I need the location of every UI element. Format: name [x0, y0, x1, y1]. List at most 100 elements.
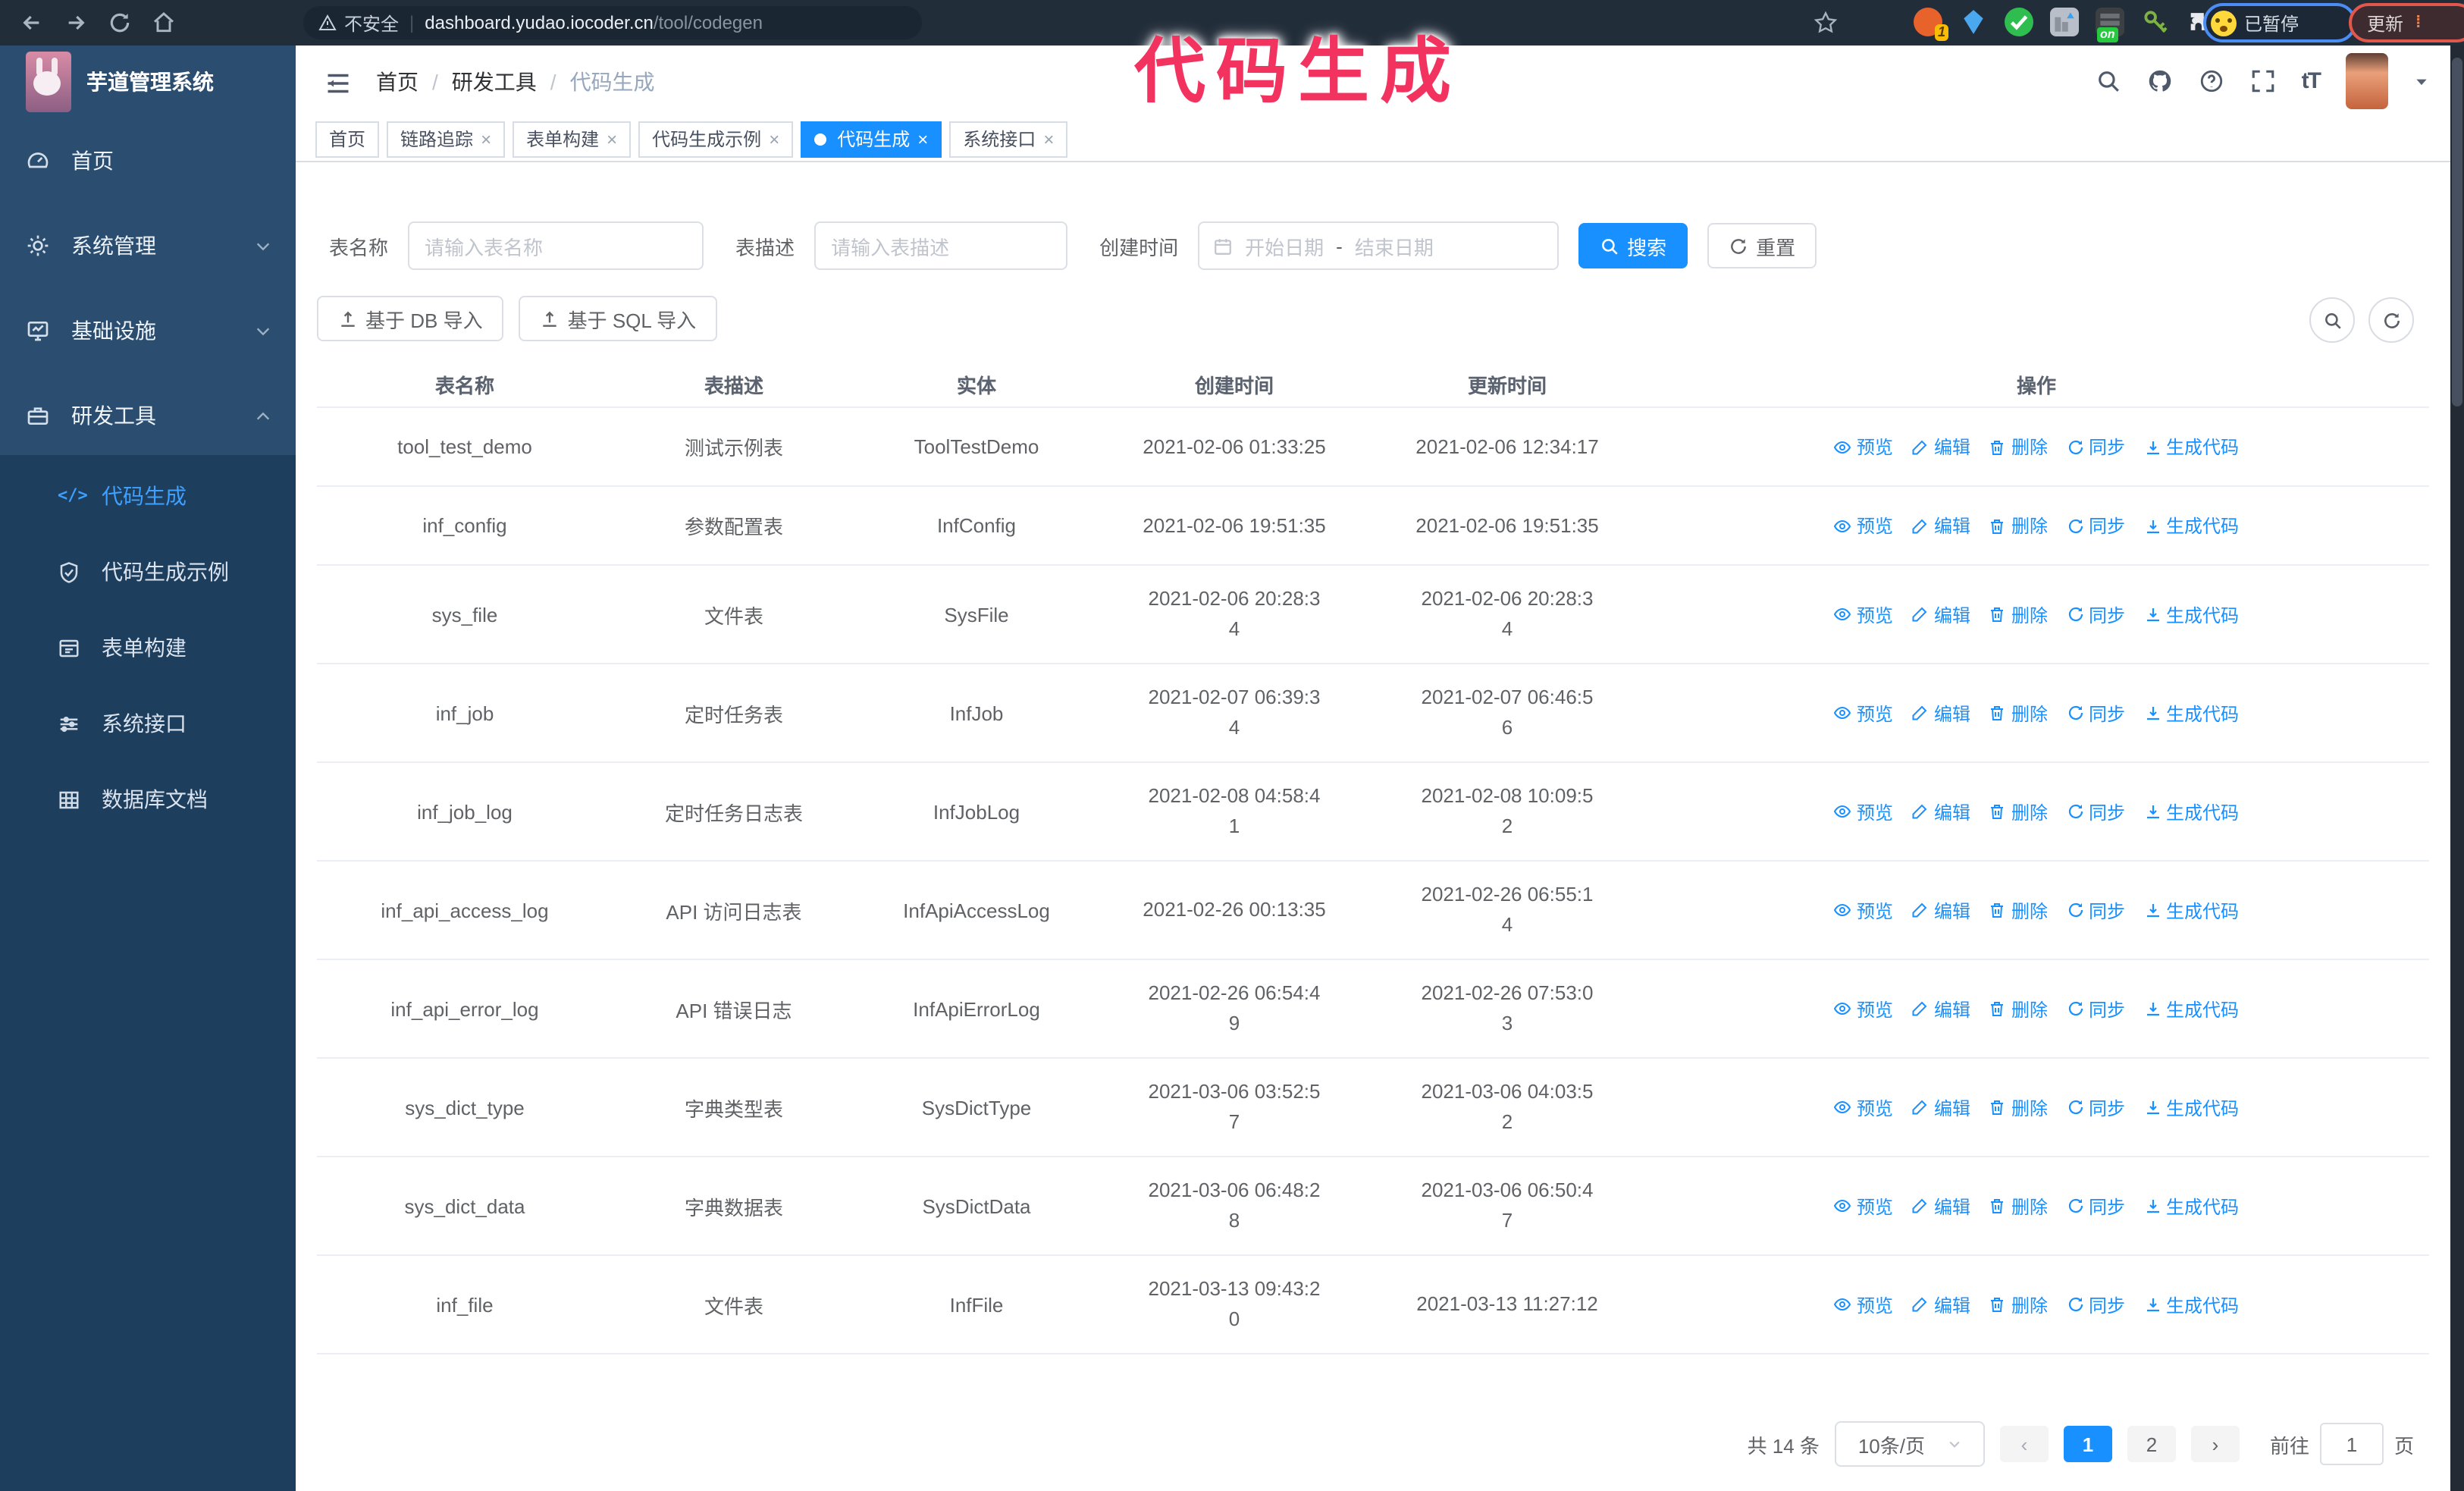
generate-code-link[interactable]: 生成代码	[2143, 1193, 2239, 1219]
tab-tracer[interactable]: 链路追踪 ×	[387, 121, 506, 157]
preview-link[interactable]: 预览	[1834, 799, 1893, 824]
generate-code-link[interactable]: 生成代码	[2143, 996, 2239, 1022]
search-icon[interactable]	[2096, 68, 2121, 94]
forward-icon[interactable]	[64, 11, 88, 35]
sync-link[interactable]: 同步	[2066, 513, 2125, 538]
github-icon[interactable]	[2147, 68, 2173, 94]
back-icon[interactable]	[20, 11, 44, 35]
page-size-select[interactable]: 10条/页	[1834, 1421, 1985, 1467]
table-name-input[interactable]: 请输入表名称	[408, 221, 704, 270]
page-button-1[interactable]: 1	[2063, 1426, 2112, 1462]
help-icon[interactable]	[2199, 68, 2224, 94]
edit-link[interactable]: 编辑	[1911, 1193, 1970, 1219]
date-range-picker[interactable]: 开始日期 - 结束日期	[1198, 221, 1560, 270]
delete-link[interactable]: 删除	[1989, 799, 2048, 824]
table-desc-input[interactable]: 请输入表描述	[814, 221, 1068, 270]
import-db-button[interactable]: 基于 DB 导入	[317, 296, 504, 341]
edit-link[interactable]: 编辑	[1911, 897, 1970, 923]
fullscreen-icon[interactable]	[2250, 68, 2276, 94]
sidebar-item-codegen-demo[interactable]: 代码生成示例	[0, 534, 296, 610]
breadcrumb-home[interactable]: 首页	[376, 66, 419, 96]
edit-link[interactable]: 编辑	[1911, 799, 1970, 824]
delete-link[interactable]: 删除	[1989, 996, 2048, 1022]
sync-link[interactable]: 同步	[2066, 1292, 2125, 1317]
delete-link[interactable]: 删除	[1989, 1094, 2048, 1120]
generate-code-link[interactable]: 生成代码	[2143, 1292, 2239, 1317]
preview-link[interactable]: 预览	[1834, 434, 1893, 460]
sidebar-item-home[interactable]: 首页	[0, 118, 296, 203]
edit-link[interactable]: 编辑	[1911, 700, 1970, 726]
font-size-icon[interactable]: tT	[2302, 68, 2321, 94]
tab-close-icon[interactable]: ×	[917, 124, 928, 154]
profile-paused-pill[interactable]: 已暂停	[2203, 3, 2356, 42]
sync-link[interactable]: 同步	[2066, 996, 2125, 1022]
edit-link[interactable]: 编辑	[1911, 434, 1970, 460]
sidebar-item-codegen[interactable]: </> 代码生成	[0, 458, 296, 534]
extension-icon-columns[interactable]	[2050, 8, 2079, 36]
browser-menu-icon[interactable]: ⁞	[2415, 14, 2421, 30]
extension-icon-dark-on[interactable]: on	[2096, 8, 2124, 42]
browser-update-pill[interactable]: 更新 ⁞	[2349, 3, 2464, 42]
extension-icon-key[interactable]	[2141, 8, 2170, 36]
reload-icon[interactable]	[108, 11, 132, 35]
sidebar-item-system[interactable]: 系统管理	[0, 203, 296, 288]
edit-link[interactable]: 编辑	[1911, 996, 1970, 1022]
tab-form-builder[interactable]: 表单构建 ×	[513, 121, 632, 157]
tab-codegen[interactable]: 代码生成 ×	[801, 121, 942, 157]
import-sql-button[interactable]: 基于 SQL 导入	[519, 296, 718, 341]
delete-link[interactable]: 删除	[1989, 700, 2048, 726]
chevron-down-icon[interactable]	[2414, 74, 2429, 89]
extension-icon-gem[interactable]	[1959, 8, 1988, 36]
generate-code-link[interactable]: 生成代码	[2143, 897, 2239, 923]
preview-link[interactable]: 预览	[1834, 1292, 1893, 1317]
generate-code-link[interactable]: 生成代码	[2143, 799, 2239, 824]
preview-link[interactable]: 预览	[1834, 996, 1893, 1022]
extension-icon-green-check[interactable]	[2005, 8, 2033, 36]
sidebar-item-db-doc[interactable]: 数据库文档	[0, 761, 296, 837]
sync-link[interactable]: 同步	[2066, 700, 2125, 726]
collapse-sidebar-icon[interactable]	[324, 69, 352, 93]
sidebar-item-form-builder[interactable]: 表单构建	[0, 610, 296, 686]
tab-close-icon[interactable]: ×	[1043, 124, 1054, 154]
tab-close-icon[interactable]: ×	[481, 124, 491, 154]
sync-link[interactable]: 同步	[2066, 799, 2125, 824]
edit-link[interactable]: 编辑	[1911, 513, 1970, 538]
delete-link[interactable]: 删除	[1989, 1193, 2048, 1219]
sidebar-item-infra[interactable]: 基础设施	[0, 288, 296, 373]
prev-page-button[interactable]: ‹	[1999, 1426, 2049, 1462]
generate-code-link[interactable]: 生成代码	[2143, 434, 2239, 460]
page-button-2[interactable]: 2	[2127, 1426, 2176, 1462]
tab-close-icon[interactable]: ×	[607, 124, 617, 154]
browser-scrollbar[interactable]	[2450, 46, 2464, 1491]
reset-button[interactable]: 重置	[1707, 223, 1817, 268]
home-icon[interactable]	[152, 11, 176, 35]
generate-code-link[interactable]: 生成代码	[2143, 513, 2239, 538]
scrollbar-thumb[interactable]	[2452, 58, 2462, 406]
tab-close-icon[interactable]: ×	[769, 124, 779, 154]
generate-code-link[interactable]: 生成代码	[2143, 1094, 2239, 1120]
sync-link[interactable]: 同步	[2066, 897, 2125, 923]
sync-link[interactable]: 同步	[2066, 1193, 2125, 1219]
sync-link[interactable]: 同步	[2066, 601, 2125, 627]
search-button[interactable]: 搜索	[1578, 223, 1688, 268]
preview-link[interactable]: 预览	[1834, 601, 1893, 627]
goto-page-input[interactable]: 1	[2319, 1423, 2384, 1465]
toggle-search-button[interactable]	[2309, 297, 2355, 343]
tab-system-api[interactable]: 系统接口 ×	[949, 121, 1068, 157]
edit-link[interactable]: 编辑	[1911, 601, 1970, 627]
address-bar[interactable]: 不安全 | dashboard.yudao.iocoder.cn/tool/co…	[303, 6, 922, 39]
generate-code-link[interactable]: 生成代码	[2143, 601, 2239, 627]
sync-link[interactable]: 同步	[2066, 434, 2125, 460]
app-logo[interactable]: 芋道管理系统	[0, 46, 296, 118]
edit-link[interactable]: 编辑	[1911, 1094, 1970, 1120]
tab-codegen-demo[interactable]: 代码生成示例 ×	[638, 121, 794, 157]
delete-link[interactable]: 删除	[1989, 897, 2048, 923]
generate-code-link[interactable]: 生成代码	[2143, 700, 2239, 726]
avatar[interactable]	[2346, 53, 2388, 109]
next-page-button[interactable]: ›	[2190, 1426, 2240, 1462]
bookmark-star-icon[interactable]	[1814, 11, 1838, 35]
tab-home[interactable]: 首页	[315, 121, 380, 157]
preview-link[interactable]: 预览	[1834, 897, 1893, 923]
preview-link[interactable]: 预览	[1834, 1094, 1893, 1120]
breadcrumb-dev-tools[interactable]: 研发工具	[452, 66, 537, 96]
